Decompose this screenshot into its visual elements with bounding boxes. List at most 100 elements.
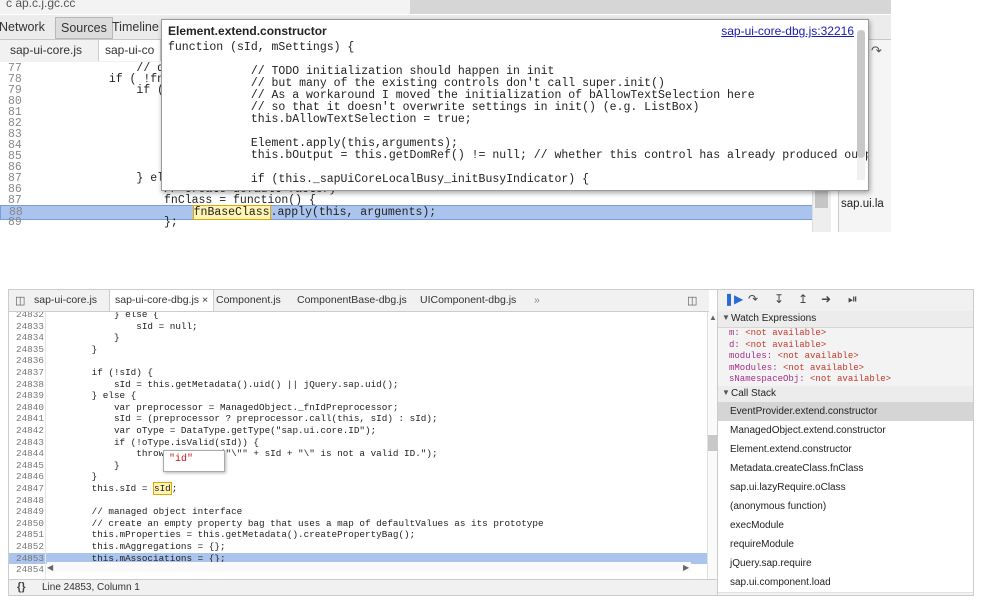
call-stack-frame[interactable]: execModule	[718, 516, 973, 536]
toggle-debugger-icon[interactable]: ◫	[687, 294, 697, 307]
file-tab-sap-ui-core-dbg[interactable]: sap-ui-core-dbg.js ×	[109, 290, 215, 311]
function-popover: Element.extend.constructor sap-ui-core-d…	[161, 19, 869, 191]
bottom-code-hscrollbar[interactable]: ◀ ▶	[47, 562, 691, 572]
code-line[interactable]: 24846 }	[9, 471, 707, 482]
file-tab-componentbase-dbg[interactable]: ComponentBase-dbg.js	[292, 290, 412, 310]
code-line[interactable]: 89 };	[0, 216, 812, 229]
popover-source-link[interactable]: sap-ui-core-dbg.js:32216	[721, 24, 854, 38]
more-tabs-icon[interactable]: »	[529, 290, 545, 310]
code-line[interactable]: 24835 }	[9, 344, 707, 355]
code-line[interactable]: 24845 }	[9, 460, 707, 471]
code-line[interactable]: 24847 this.sId = sId;	[9, 482, 707, 495]
code-text: if (!oType.isValid(sId)) {	[47, 436, 260, 448]
step-over-icon[interactable]: ↷	[871, 43, 882, 59]
bottom-file-tabs: ◫ sap-ui-core.js sap-ui-core-dbg.js × Co…	[9, 290, 709, 312]
bottom-code-editor[interactable]: 24832 } else {24833 sId = null; 24834 } 24…	[9, 312, 707, 579]
code-text: this.sId = sId;	[47, 482, 177, 495]
watch-item[interactable]: modules: <not available>	[729, 351, 859, 362]
code-line[interactable]: 24852 this.mAggregations = {};	[9, 541, 707, 552]
top-title-strip: c ap.c.j.gc.cc	[0, 0, 891, 14]
code-line[interactable]: 24838 sId = this.getMetadata().uid() || …	[9, 379, 707, 390]
file-tab-sap-ui-core-dbg[interactable]: sap-ui-co	[98, 40, 162, 61]
code-text: sId = this.getMetadata().uid() || jQuery…	[47, 378, 399, 390]
step-into-icon[interactable]: ↧	[774, 292, 784, 306]
popover-scrollbar[interactable]	[857, 30, 865, 180]
code-line[interactable]: 24836	[9, 355, 707, 366]
watch-value: <not available>	[783, 362, 865, 373]
frame-name: Element.extend.constructor	[730, 444, 852, 455]
file-tab-sap-ui-core[interactable]: sap-ui-core.js	[29, 290, 102, 310]
code-text: } else {	[47, 390, 137, 402]
hovered-token[interactable]: sId	[153, 482, 172, 495]
editor-status-bar: {} Line 24853, Column 1	[9, 579, 717, 595]
value-tooltip: "id"	[163, 450, 225, 472]
popover-title: Element.extend.constructor	[168, 24, 327, 38]
file-tab-uicomponent-dbg[interactable]: UIComponent-dbg.js	[415, 290, 521, 310]
code-line[interactable]: 24833 sId = null;	[9, 321, 707, 332]
call-stack-frame[interactable]: ManagedObject.extend.constructor	[718, 421, 973, 441]
expand-triangle-icon: ▼	[722, 313, 730, 322]
watch-key: m:	[729, 328, 746, 338]
call-stack-frame[interactable]: Metadata.createClass.fnClass	[718, 459, 973, 479]
watch-item[interactable]: sNamespaceObj: <not available>	[729, 374, 891, 385]
pretty-print-icon[interactable]: {}	[17, 581, 26, 593]
close-tab-icon[interactable]: ×	[202, 294, 208, 306]
scroll-left-icon[interactable]: ◀	[47, 563, 53, 572]
code-text: throw new Error("\"" + sId + "\" is not …	[47, 448, 438, 460]
code-line[interactable]: 24832 } else {	[9, 312, 707, 320]
call-stack-frame[interactable]: jQuery.sap.require	[718, 554, 973, 574]
code-line[interactable]: 24849 // managed object interface	[9, 506, 707, 517]
deactivate-breakpoints-icon[interactable]: ➜	[821, 292, 831, 306]
sidebar-fragment: sap.ui.la	[841, 198, 884, 210]
watch-expressions-header[interactable]: ▼ Watch Expressions	[718, 311, 973, 328]
watch-item[interactable]: m: <not available>	[729, 328, 826, 339]
tab-timeline[interactable]: Timeline	[107, 17, 164, 37]
watch-key: sNamespaceObj:	[729, 374, 811, 384]
code-line[interactable]: 24850 // create an empty property bag th…	[9, 518, 707, 529]
tab-network[interactable]: Network	[0, 17, 50, 37]
code-text: // create an empty property bag that use…	[47, 517, 544, 529]
code-line[interactable]: 24842 var oType = DataType.getType("sap.…	[9, 425, 707, 436]
section-label: Call Stack	[731, 388, 777, 399]
gutter-divider	[45, 312, 46, 579]
call-stack-frame[interactable]: Element.extend.constructor	[718, 440, 973, 460]
watch-item[interactable]: mModules: <not available>	[729, 363, 864, 374]
scroll-thumb[interactable]	[857, 30, 865, 158]
debugger-toolbar: ❚▶ ↷ ↧ ↥ ➜ ⏯	[718, 290, 973, 312]
code-text: }	[47, 343, 98, 355]
code-text: } else {	[47, 312, 159, 320]
code-text: }	[47, 332, 120, 344]
scroll-up-icon[interactable]: ▲	[709, 313, 717, 322]
code-line[interactable]: 24844 throw new Error("\"" + sId + "\" i…	[9, 448, 707, 459]
pause-on-exceptions-icon[interactable]: ⏯	[848, 292, 858, 307]
window-title-fragment: c ap.c.j.gc.cc	[6, 0, 76, 10]
step-out-icon[interactable]: ↥	[798, 292, 808, 306]
popover-code: function (sId, mSettings) { // TODO init…	[168, 41, 868, 186]
scroll-right-icon[interactable]: ▶	[683, 563, 689, 572]
code-line[interactable]: 24837 if (!sId) {	[9, 367, 707, 378]
tab-sources[interactable]: Sources	[55, 17, 113, 39]
call-stack-frame[interactable]: sap.ui.component.load	[718, 573, 973, 593]
pause-resume-icon[interactable]: ❚▶	[724, 292, 743, 306]
watch-item[interactable]: d: <not available>	[729, 340, 826, 351]
code-line[interactable]: 24841 sId = (preprocessor ? preprocessor…	[9, 413, 707, 424]
code-line[interactable]: 24851 this.mProperties = this.getMetadat…	[9, 529, 707, 540]
call-stack-header[interactable]: ▼ Call Stack	[718, 386, 973, 403]
cursor-position: Line 24853, Column 1	[42, 582, 140, 593]
code-text: var preprocessor = ManagedObject._fnIdPr…	[47, 401, 399, 413]
code-line[interactable]: 24848	[9, 495, 707, 506]
step-over-icon[interactable]: ↷	[748, 292, 758, 306]
call-stack-frame[interactable]: (anonymous function)	[718, 497, 973, 517]
code-text: }	[47, 459, 120, 471]
call-stack-frame[interactable]: sap.ui.lazyRequire.oClass	[718, 478, 973, 498]
call-stack-frame[interactable]: EventProvider.extend.constructor	[718, 402, 973, 422]
section-label: Watch Expressions	[731, 313, 817, 324]
code-line[interactable]: 24834 }	[9, 332, 707, 343]
code-line[interactable]: 24840 var preprocessor = ManagedObject._…	[9, 402, 707, 413]
code-line[interactable]: 24843 if (!oType.isValid(sId)) {	[9, 437, 707, 448]
call-stack-frame[interactable]: requireModule	[718, 535, 973, 555]
code-line[interactable]: 24839 } else {	[9, 390, 707, 401]
toggle-navigator-icon[interactable]: ◫	[15, 294, 25, 307]
file-tab-sap-ui-core[interactable]: sap-ui-core.js	[4, 40, 88, 61]
file-tab-component[interactable]: Component.js	[211, 290, 286, 310]
